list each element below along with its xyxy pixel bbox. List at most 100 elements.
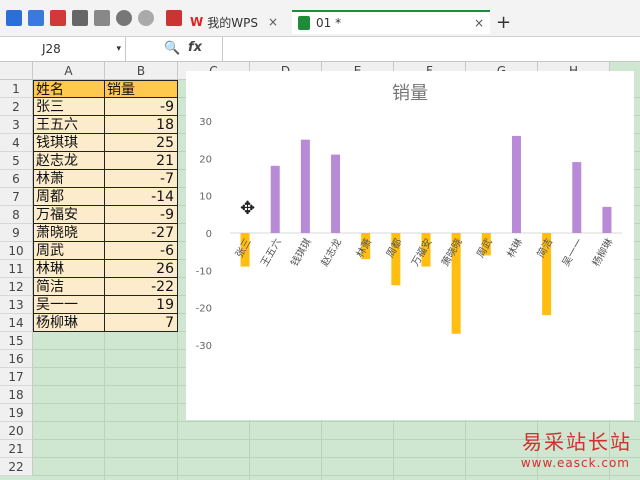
chart-bar: [300, 139, 310, 233]
export-pdf-icon[interactable]: [50, 10, 66, 26]
x-tick-label: 钱琪琪: [288, 236, 314, 268]
name-cell[interactable]: 周武: [33, 242, 105, 260]
row-header[interactable]: 7: [0, 188, 33, 206]
row-header[interactable]: 19: [0, 404, 33, 422]
name-cell[interactable]: 赵志龙: [33, 152, 105, 170]
name-cell[interactable]: 萧晓晓: [33, 224, 105, 242]
formula-bar: J28 ▾ 🔍 fx: [0, 37, 640, 62]
sales-cell[interactable]: -14: [105, 188, 178, 206]
sales-cell[interactable]: -9: [105, 206, 178, 224]
format-painter-icon[interactable]: [166, 10, 182, 26]
spreadsheet-icon: [298, 16, 310, 30]
sales-cell[interactable]: 26: [105, 260, 178, 278]
chart-canvas: 销量 30 20 10 0 -10 -20 -30 张三 王五六 钱琪琪 赵志龙 林萧 周都 万福安 萧晓晓周…: [196, 83, 622, 352]
tab-my-wps[interactable]: W 我的WPS ×: [190, 10, 278, 34]
name-cell[interactable]: 林萧: [33, 170, 105, 188]
name-cell[interactable]: 万福安: [33, 206, 105, 224]
tab-workbook[interactable]: 01 * ×: [292, 10, 490, 34]
name-cell[interactable]: 杨柳琳: [33, 314, 105, 332]
sales-cell[interactable]: 7: [105, 314, 178, 332]
sales-cell[interactable]: -22: [105, 278, 178, 296]
y-tick-label: 30: [199, 117, 212, 128]
row-header[interactable]: 2: [0, 98, 33, 116]
chart-bar: [270, 165, 280, 233]
row-header[interactable]: 5: [0, 152, 33, 170]
y-tick-label: -10: [196, 266, 212, 277]
x-tick-label: 王五六: [258, 237, 283, 269]
sales-cell[interactable]: 25: [105, 134, 178, 152]
y-tick-label: -20: [196, 304, 212, 315]
x-tick-label: 赵志龙: [318, 236, 344, 268]
chevron-down-icon[interactable]: ▾: [74, 37, 121, 61]
function-button[interactable]: fx: [188, 40, 202, 55]
row-header[interactable]: 1: [0, 80, 33, 98]
redo-icon[interactable]: [138, 10, 154, 26]
formula-input[interactable]: [222, 37, 640, 61]
watermark-title: 易采站长站: [522, 430, 632, 454]
row-header[interactable]: 3: [0, 116, 33, 134]
row-header[interactable]: 14: [0, 314, 33, 332]
save-icon[interactable]: [28, 10, 44, 26]
move-cursor-icon: ✥: [240, 198, 256, 219]
print-icon[interactable]: [72, 10, 88, 26]
select-all-corner[interactable]: [0, 62, 33, 80]
y-tick-label: 0: [206, 229, 212, 240]
header-cell-name[interactable]: 姓名: [33, 80, 105, 98]
bar-chart[interactable]: 销量 30 20 10 0 -10 -20 -30 张三 王五六 钱琪琪 赵志龙 林萧 周都 万福安 萧晓晓周…: [186, 71, 634, 420]
x-tick-label: 周都: [384, 237, 404, 260]
x-tick-label: 林萧: [353, 236, 374, 260]
name-box[interactable]: J28 ▾: [0, 37, 126, 61]
print-preview-icon[interactable]: [94, 10, 110, 26]
name-cell[interactable]: 简洁: [33, 278, 105, 296]
tab-label: 01 *: [316, 16, 342, 30]
name-cell[interactable]: 王五六: [33, 116, 105, 134]
row-header[interactable]: 15: [0, 332, 33, 350]
row-header[interactable]: 21: [0, 440, 33, 458]
x-tick-label: 万福安: [408, 236, 434, 268]
sales-cell[interactable]: -9: [105, 98, 178, 116]
row-header[interactable]: 17: [0, 368, 33, 386]
sales-cell[interactable]: -27: [105, 224, 178, 242]
row-header[interactable]: 11: [0, 260, 33, 278]
chart-bar: [602, 206, 612, 233]
header-cell-sales[interactable]: 销量: [105, 80, 178, 98]
name-cell[interactable]: 吴一一: [33, 296, 105, 314]
name-cell[interactable]: 周都: [33, 188, 105, 206]
x-tick-label: 吴一一: [560, 237, 585, 269]
row-header[interactable]: 22: [0, 458, 33, 476]
column-header[interactable]: B: [105, 62, 178, 80]
close-icon[interactable]: ×: [474, 16, 484, 30]
sales-cell[interactable]: 18: [105, 116, 178, 134]
name-cell[interactable]: 钱琪琪: [33, 134, 105, 152]
x-tick-label: 张三: [233, 237, 253, 260]
chart-bar: [511, 135, 521, 233]
row-header[interactable]: 13: [0, 296, 33, 314]
row-header[interactable]: 10: [0, 242, 33, 260]
sales-cell[interactable]: 19: [105, 296, 178, 314]
row-header[interactable]: 12: [0, 278, 33, 296]
zoom-icon[interactable]: 🔍: [164, 41, 180, 56]
sales-cell[interactable]: 21: [105, 152, 178, 170]
chart-bar: [572, 162, 582, 233]
watermark-url: www.easck.com: [520, 456, 630, 470]
row-header[interactable]: 18: [0, 386, 33, 404]
tab-label: 我的WPS: [207, 15, 258, 30]
close-icon[interactable]: ×: [268, 15, 278, 29]
name-cell[interactable]: 林琳: [33, 260, 105, 278]
row-header[interactable]: 4: [0, 134, 33, 152]
x-tick-label: 萧晓晓: [439, 237, 464, 269]
row-header[interactable]: 9: [0, 224, 33, 242]
new-file-icon[interactable]: [6, 10, 22, 26]
row-header[interactable]: 20: [0, 422, 33, 440]
row-header[interactable]: 6: [0, 170, 33, 188]
name-cell[interactable]: 张三: [33, 98, 105, 116]
row-header[interactable]: 8: [0, 206, 33, 224]
row-header[interactable]: 16: [0, 350, 33, 368]
undo-icon[interactable]: [116, 10, 132, 26]
new-tab-button[interactable]: +: [496, 10, 511, 34]
sales-cell[interactable]: -7: [105, 170, 178, 188]
sales-cell[interactable]: -6: [105, 242, 178, 260]
x-tick-label: 简洁: [534, 236, 555, 260]
toolbar: W 我的WPS × 01 * × +: [0, 0, 640, 37]
column-header[interactable]: A: [33, 62, 105, 80]
